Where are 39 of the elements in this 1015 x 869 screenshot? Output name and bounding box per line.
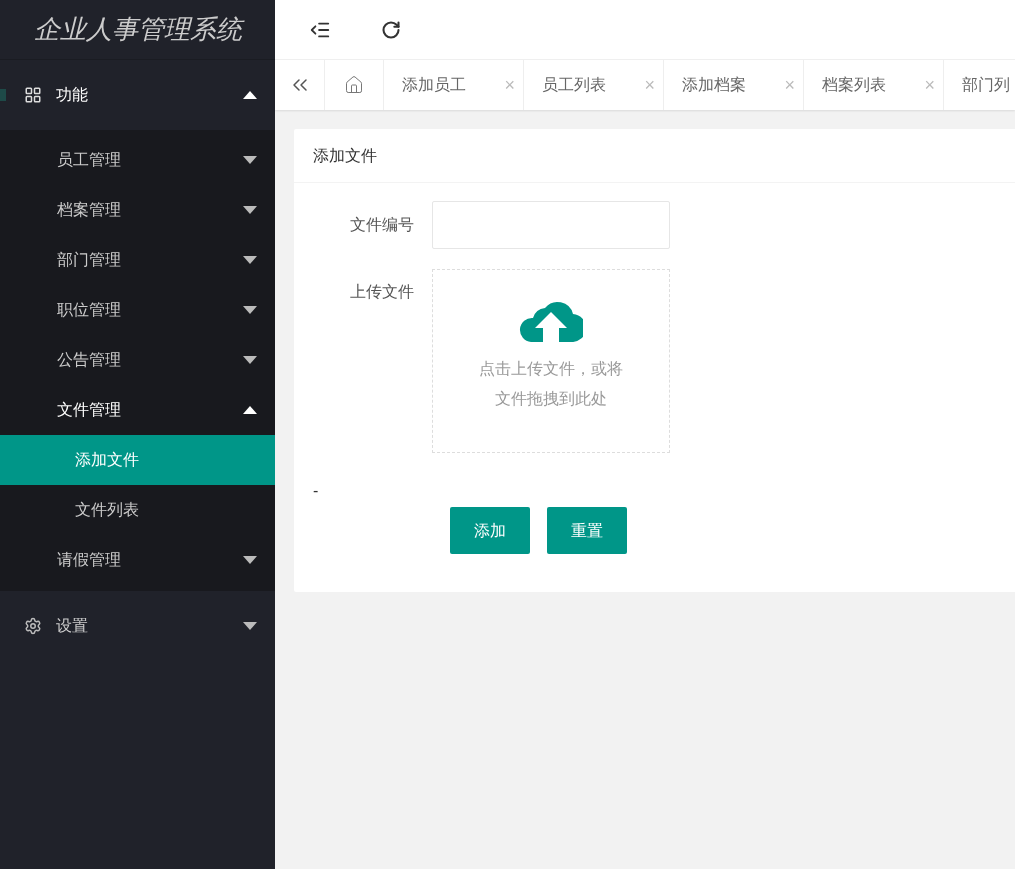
home-icon xyxy=(344,75,364,95)
submenu-item[interactable]: 文件列表 xyxy=(0,485,275,535)
menu-item[interactable]: 请假管理 xyxy=(0,535,275,585)
submenu-item[interactable]: 添加文件 xyxy=(0,435,275,485)
menu-item[interactable]: 文件管理 xyxy=(0,385,275,435)
caret-down-icon xyxy=(243,306,257,314)
caret-down-icon xyxy=(243,556,257,564)
grid-icon xyxy=(24,86,42,104)
field-label: 上传文件 xyxy=(349,282,415,302)
caret-down-icon xyxy=(243,356,257,364)
caret-down-icon xyxy=(243,156,257,164)
caret-up-icon xyxy=(243,91,257,99)
tab[interactable]: 添加员工 × xyxy=(384,60,524,110)
active-marker xyxy=(0,89,6,101)
menu-item[interactable]: 档案管理 xyxy=(0,185,275,235)
tab[interactable]: 部门列 xyxy=(944,60,1015,110)
caret-down-icon xyxy=(243,622,257,630)
menu-group[interactable]: 设置 xyxy=(0,591,275,661)
dash-text: - xyxy=(312,481,319,501)
caret-up-icon xyxy=(243,406,257,414)
refresh-icon[interactable] xyxy=(381,19,401,40)
card-title: 添加文件 xyxy=(294,129,1015,183)
caret-down-icon xyxy=(243,256,257,264)
settings-icon xyxy=(24,617,42,635)
input-field[interactable] xyxy=(432,201,670,249)
tab[interactable]: 档案列表 × xyxy=(804,60,944,110)
menu-group[interactable]: 功能 xyxy=(0,60,275,130)
menu-item[interactable]: 员工管理 xyxy=(0,135,275,185)
tab[interactable]: 员工列表 × xyxy=(524,60,664,110)
field-label: 文件编号 xyxy=(349,215,415,235)
caret-down-icon xyxy=(243,206,257,214)
tab[interactable]: 添加档案 × xyxy=(664,60,804,110)
upload-hint: 点击上传文件，或将 xyxy=(479,359,623,379)
menu-item[interactable]: 职位管理 xyxy=(0,285,275,335)
menu-item[interactable]: 公告管理 xyxy=(0,335,275,385)
upload-hint: 文件拖拽到此处 xyxy=(495,389,607,409)
form-button[interactable]: 添加 xyxy=(450,507,530,554)
menu-item[interactable]: 部门管理 xyxy=(0,235,275,285)
form-button[interactable]: 重置 xyxy=(547,507,627,554)
